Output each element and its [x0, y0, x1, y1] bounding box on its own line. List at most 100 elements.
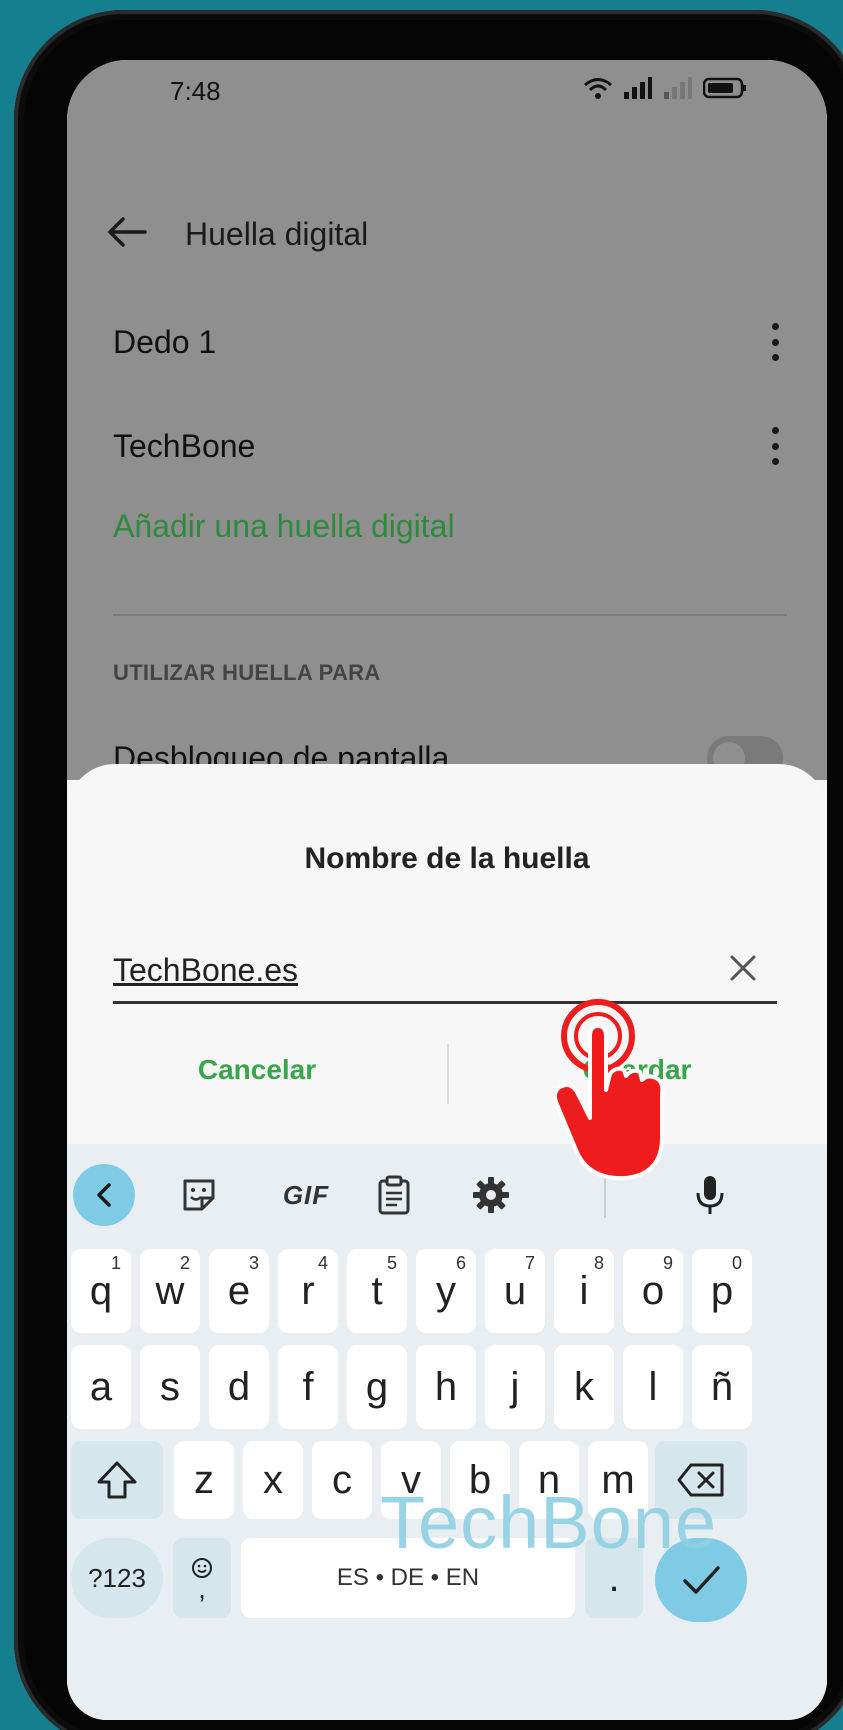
key-c[interactable]: c: [312, 1441, 372, 1519]
key-w[interactable]: 2w: [140, 1249, 200, 1333]
gif-label: GIF: [282, 1179, 330, 1210]
fingerprint-row-2[interactable]: TechBone: [113, 406, 787, 486]
key-hint: 7: [524, 1253, 535, 1273]
key-q[interactable]: 1q: [71, 1249, 131, 1333]
key-o[interactable]: 9o: [623, 1249, 683, 1333]
sticker-button[interactable]: [168, 1164, 230, 1226]
key-u[interactable]: 7u: [485, 1249, 545, 1333]
key-b[interactable]: b: [450, 1441, 510, 1519]
add-fingerprint-link[interactable]: Añadir una huella digital: [113, 508, 455, 545]
key-v[interactable]: v: [381, 1441, 441, 1519]
key-label: y: [436, 1268, 456, 1313]
more-vert-icon[interactable]: [763, 421, 787, 471]
screen: 7:48 Huella digital Dedo 1 TechBone Añad…: [67, 60, 827, 1720]
page-title: Huella digital: [185, 216, 369, 252]
key-hint: 5: [386, 1253, 397, 1273]
back-arrow-icon[interactable]: [107, 216, 147, 248]
cancel-button[interactable]: Cancelar: [67, 1054, 447, 1086]
settings-page: 7:48 Huella digital Dedo 1 TechBone Añad…: [67, 60, 827, 780]
checkmark-icon: [683, 1566, 720, 1594]
key-label: w: [155, 1268, 185, 1313]
fingerprint-name-input[interactable]: TechBone.es: [113, 944, 777, 1004]
battery-icon: [703, 77, 746, 99]
symbols-key[interactable]: ?123: [71, 1538, 163, 1618]
space-key[interactable]: ES • DE • EN: [241, 1538, 575, 1618]
key-s[interactable]: s: [140, 1345, 200, 1429]
status-icons: [583, 76, 747, 100]
comma-label: ,: [198, 1573, 206, 1604]
signal-icon: [624, 77, 652, 99]
signal-weak-icon: [664, 77, 692, 99]
rename-dialog: Nombre de la huella TechBone.es Cancelar…: [67, 764, 827, 1144]
section-header: UTILIZAR HUELLA PARA: [113, 660, 381, 685]
key-hint: 0: [731, 1253, 742, 1273]
clear-icon[interactable]: [729, 954, 757, 982]
clipboard-icon: [378, 1175, 410, 1215]
key-z[interactable]: z: [174, 1441, 234, 1519]
gear-icon: [473, 1177, 509, 1213]
keyboard-toolbar: GIF: [67, 1144, 827, 1244]
save-button[interactable]: Guardar: [447, 1054, 827, 1086]
key-a[interactable]: a: [71, 1345, 131, 1429]
key-j[interactable]: j: [485, 1345, 545, 1429]
dialog-buttons: Cancelar Guardar: [67, 1044, 827, 1104]
key-l[interactable]: l: [623, 1345, 683, 1429]
key-p[interactable]: 0p: [692, 1249, 752, 1333]
dialog-title: Nombre de la huella: [304, 842, 590, 875]
backspace-key[interactable]: [655, 1441, 747, 1519]
key-hint: 4: [317, 1253, 328, 1273]
key-hint: 9: [662, 1253, 673, 1273]
wifi-icon: [584, 78, 612, 99]
key-x[interactable]: x: [243, 1441, 303, 1519]
chevron-left-icon: [97, 1183, 111, 1207]
period-key[interactable]: .: [585, 1538, 643, 1618]
mic-button[interactable]: [679, 1164, 741, 1226]
app-bar: Huella digital: [67, 180, 827, 290]
key-label: t: [371, 1268, 383, 1313]
status-time: 7:48: [170, 76, 221, 106]
key-label: i: [579, 1268, 589, 1313]
sticker-icon: [183, 1179, 215, 1211]
key-i[interactable]: 8i: [554, 1249, 614, 1333]
settings-button[interactable]: [460, 1164, 522, 1226]
key-t[interactable]: 5t: [347, 1249, 407, 1333]
shift-icon: [97, 1461, 137, 1499]
key-label: q: [89, 1268, 113, 1313]
key-label: r: [301, 1268, 315, 1313]
status-bar: 7:48: [67, 60, 827, 130]
key-k[interactable]: k: [554, 1345, 614, 1429]
keyboard: GIF 1 q 2 w 3 e 4 r 5 t 6 y 7 u 8 i 9 o …: [67, 1144, 827, 1720]
more-vert-icon[interactable]: [763, 317, 787, 367]
microphone-icon: [696, 1176, 724, 1214]
phone-frame: 7:48 Huella digital Dedo 1 TechBone Añad…: [14, 10, 843, 1730]
fingerprint-label: TechBone: [113, 427, 256, 464]
key-label: u: [503, 1268, 527, 1313]
key-hint: 6: [455, 1253, 466, 1273]
key-label: e: [227, 1268, 251, 1313]
key-hint: 1: [110, 1253, 121, 1273]
key-ñ[interactable]: ñ: [692, 1345, 752, 1429]
fingerprint-row-1[interactable]: Dedo 1: [113, 302, 787, 382]
key-hint: 2: [179, 1253, 190, 1273]
shift-key[interactable]: [71, 1441, 163, 1519]
clipboard-button[interactable]: [363, 1164, 425, 1226]
key-m[interactable]: m: [588, 1441, 648, 1519]
gif-button[interactable]: GIF: [266, 1164, 346, 1226]
backspace-icon: [677, 1463, 724, 1497]
key-g[interactable]: g: [347, 1345, 407, 1429]
emoji-comma-key[interactable]: ,: [173, 1538, 231, 1618]
key-y[interactable]: 6y: [416, 1249, 476, 1333]
divider: [113, 614, 787, 616]
key-n[interactable]: n: [519, 1441, 579, 1519]
key-hint: 8: [593, 1253, 604, 1273]
key-e[interactable]: 3e: [209, 1249, 269, 1333]
key-d[interactable]: d: [209, 1345, 269, 1429]
enter-key[interactable]: [655, 1538, 747, 1622]
key-label: p: [710, 1268, 734, 1313]
fingerprint-label: Dedo 1: [113, 323, 217, 360]
key-h[interactable]: h: [416, 1345, 476, 1429]
key-f[interactable]: f: [278, 1345, 338, 1429]
key-r[interactable]: 4r: [278, 1249, 338, 1333]
toolbar-back-button[interactable]: [73, 1164, 135, 1226]
toolbar-separator: [604, 1172, 606, 1218]
